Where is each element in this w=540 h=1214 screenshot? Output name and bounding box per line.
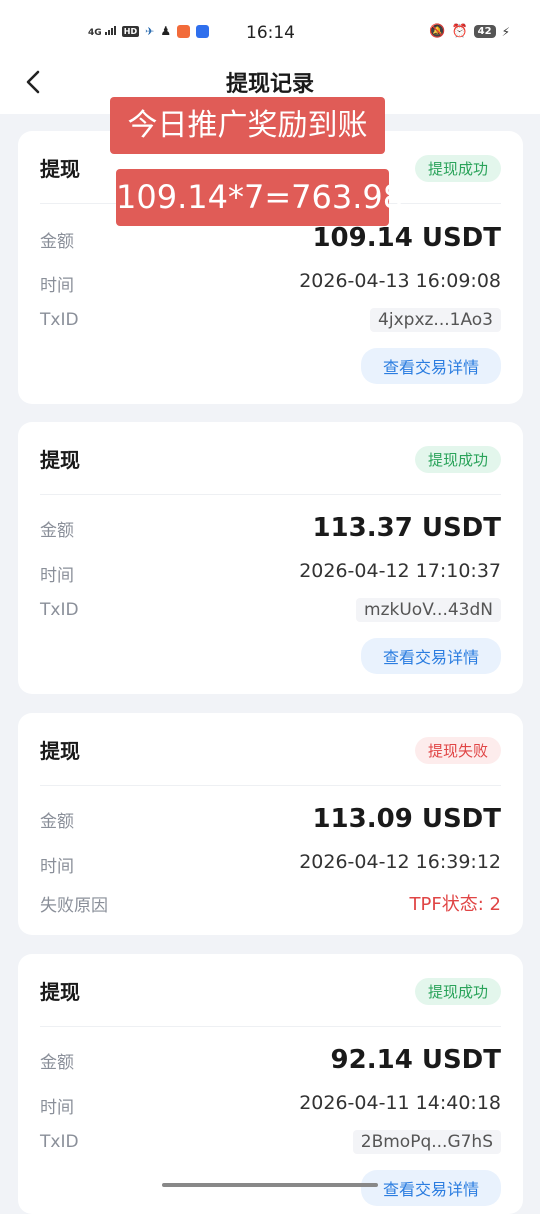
amount-label: 金额: [40, 812, 74, 832]
status-icons-right: 🔕 ⏰ 42 ⚡: [429, 24, 510, 39]
record-type: 提现: [40, 157, 80, 181]
record-type: 提现: [40, 980, 80, 1004]
page-title: 提现记录: [225, 72, 314, 97]
home-indicator[interactable]: [162, 1183, 378, 1187]
status-icons-left: 4G HD ✈ ♟: [88, 24, 210, 38]
mute-icon: 🔕: [429, 24, 446, 39]
status-badge: 提现失败: [414, 737, 501, 764]
view-transaction-button[interactable]: 查看交易详情: [360, 1170, 501, 1206]
time-value: 2026-04-12 17:10:37: [299, 560, 501, 582]
amount-value: 113.37 USDT: [312, 513, 501, 543]
time-value: 2026-04-13 16:09:08: [299, 270, 501, 292]
txid-label: TxID: [40, 1132, 79, 1152]
status-badge: 提现成功: [414, 978, 501, 1005]
divider: [40, 494, 501, 495]
blue-app-icon: [196, 24, 210, 38]
withdraw-record-card: 提现 提现成功 金额 113.37 USDT 时间 2026-04-12 17:…: [18, 422, 523, 694]
qq-icon: ♟: [160, 24, 172, 38]
divider: [40, 785, 501, 786]
view-transaction-button[interactable]: 查看交易详情: [360, 638, 501, 674]
txid-label: TxID: [40, 600, 79, 620]
time-label: 时间: [40, 276, 74, 296]
failure-reason-value: TPF状态: 2: [409, 894, 501, 915]
time-label: 时间: [40, 566, 74, 586]
amount-label: 金额: [40, 232, 74, 252]
time-value: 2026-04-11 14:40:18: [299, 1092, 501, 1114]
amount-value: 109.14 USDT: [312, 223, 501, 253]
hd-icon: HD: [121, 25, 140, 37]
view-transaction-button[interactable]: 查看交易详情: [360, 348, 501, 384]
amount-value: 92.14 USDT: [330, 1045, 501, 1075]
time-value: 2026-04-12 16:39:12: [299, 851, 501, 873]
txid-value: 2BmoPq...G7hS: [352, 1130, 501, 1154]
amount-label: 金额: [40, 1053, 74, 1073]
bird-app-icon: ✈: [145, 24, 155, 38]
promo-overlay-title: 今日推广奖励到账: [110, 97, 385, 154]
alarm-icon: ⏰: [451, 24, 468, 39]
status-badge: 提现成功: [414, 446, 501, 473]
divider: [40, 1026, 501, 1027]
failure-reason-label: 失败原因: [40, 896, 108, 916]
txid-label: TxID: [40, 310, 79, 330]
network-type: 4G: [88, 27, 102, 38]
orange-app-icon: [177, 24, 191, 38]
signal-icon: 4G: [88, 25, 116, 38]
amount-value: 113.09 USDT: [312, 804, 501, 834]
record-type: 提现: [40, 739, 80, 763]
record-type: 提现: [40, 448, 80, 472]
txid-value: 4jxpxz...1Ao3: [370, 308, 501, 332]
withdraw-record-card: 提现 提现成功 金额 92.14 USDT 时间 2026-04-11 14:4…: [18, 954, 523, 1214]
status-bar: 4G HD ✈ ♟ 16:14 🔕 ⏰ 42 ⚡: [0, 0, 540, 62]
txid-value: mzkUoV...43dN: [356, 598, 501, 622]
status-badge: 提现成功: [414, 155, 501, 182]
clock: 16:14: [246, 23, 295, 43]
time-label: 时间: [40, 1098, 74, 1118]
time-label: 时间: [40, 857, 74, 877]
amount-label: 金额: [40, 521, 74, 541]
battery-icon: 42: [473, 25, 496, 38]
charging-icon: ⚡: [501, 24, 510, 39]
promo-overlay-calculation: 109.14*7=763.98: [116, 169, 403, 226]
withdraw-record-card: 提现 提现失败 金额 113.09 USDT 时间 2026-04-12 16:…: [18, 713, 523, 935]
